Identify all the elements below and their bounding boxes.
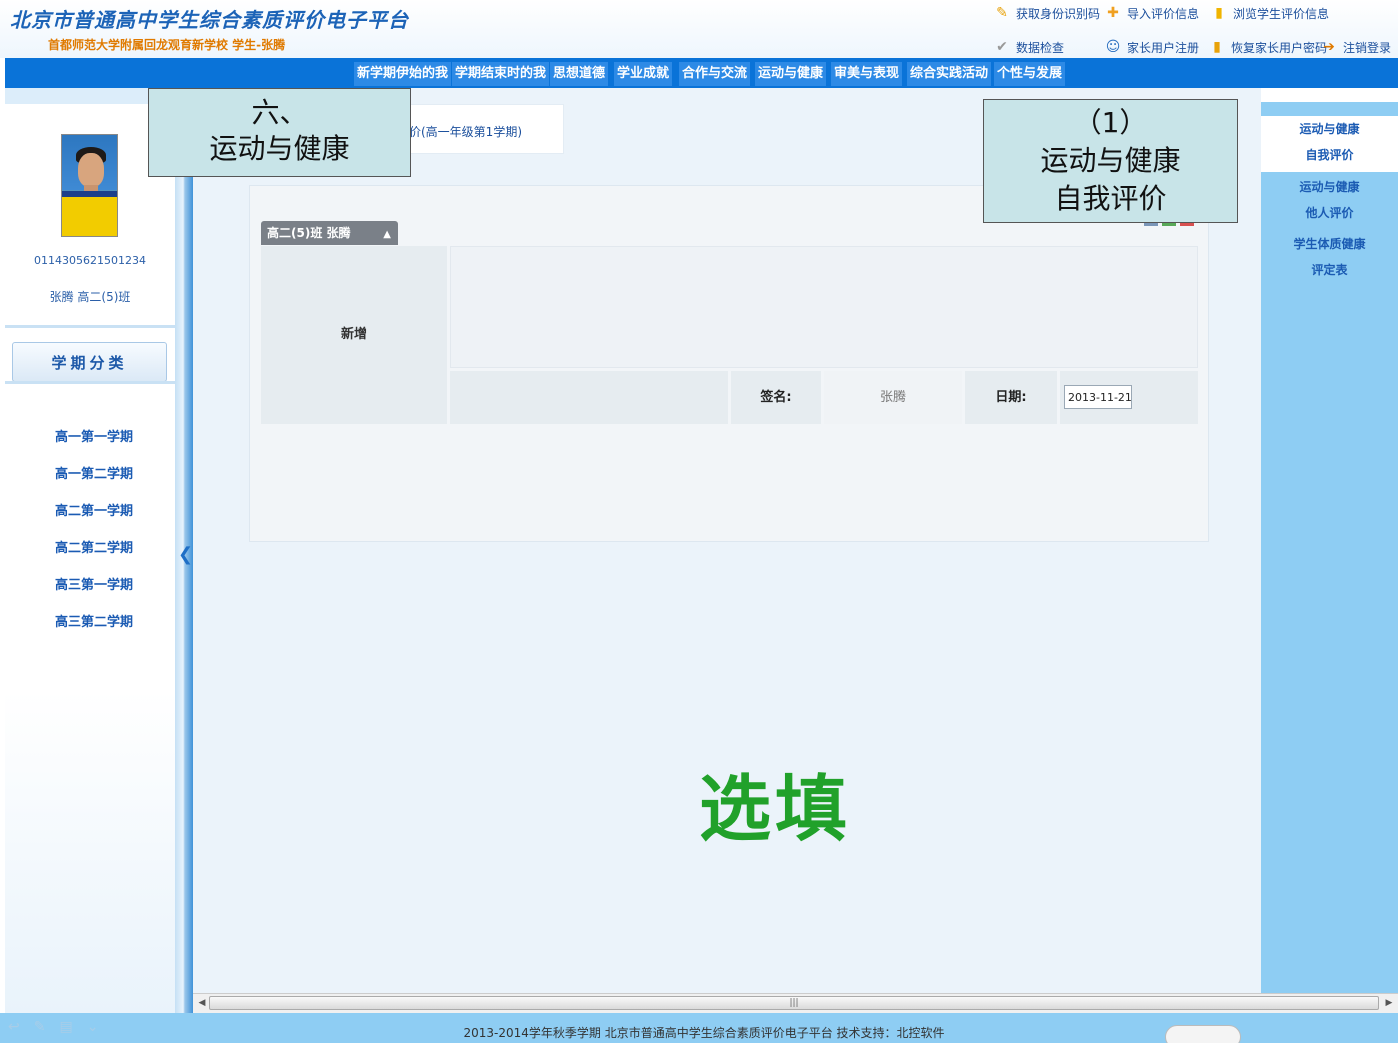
nav-personality[interactable]: 个性与发展	[994, 62, 1066, 86]
check-icon: ✔	[996, 39, 1008, 55]
user-icon: ☺	[1105, 39, 1121, 55]
evaluation-textarea[interactable]	[450, 246, 1198, 368]
scroll-right-icon[interactable]: ▶	[1382, 996, 1396, 1010]
browse-evaluation-link[interactable]: ▮ 浏览学生评价信息	[1210, 4, 1329, 22]
logout-icon: ➔	[1323, 39, 1335, 55]
app-title: 北京市普通高中学生综合素质评价电子平台	[10, 8, 409, 32]
date-label: 日期:	[965, 371, 1057, 424]
nav-semester-end[interactable]: 学期结束时的我	[452, 62, 550, 86]
data-check-link[interactable]: ✔ 数据检查	[993, 38, 1064, 56]
nav-cooperation[interactable]: 合作与交流	[679, 62, 751, 86]
import-evaluation-link[interactable]: ✚ 导入评价信息	[1104, 4, 1199, 22]
semester-item-6[interactable]: 高三第二学期	[55, 611, 133, 630]
scroll-left-icon[interactable]: ◀	[195, 996, 209, 1010]
left-sidebar: 0114305621501234 张腾 高二(5)班 学期分类 高一第一学期 高…	[5, 118, 175, 1013]
nav-moral[interactable]: 思想道德	[550, 62, 609, 86]
right-sidebar: 运动与健康 自我评价 运动与健康 他人评价 学生体质健康 评定表	[1261, 102, 1398, 993]
pen-icon: ✎	[996, 5, 1008, 21]
nav-practice[interactable]: 综合实践活动	[907, 62, 992, 86]
optional-annotation: 选填	[699, 767, 852, 851]
student-photo	[61, 134, 118, 237]
semester-item-2[interactable]: 高一第二学期	[55, 463, 133, 482]
section-callout: 六、 运动与健康	[148, 88, 411, 177]
semester-category-header: 学期分类	[12, 342, 167, 382]
import-icon: ✚	[1107, 5, 1119, 21]
scroll-thumb[interactable]: |||	[209, 996, 1379, 1010]
right-menu-self-evaluation[interactable]: 运动与健康 自我评价	[1261, 116, 1398, 172]
nav-new-semester[interactable]: 新学期伊始的我	[354, 62, 452, 86]
header: 北京市普通高中学生综合素质评价电子平台 首都师范大学附属回龙观育新学校 学生-张…	[0, 0, 1398, 58]
key-icon: ▮	[1213, 39, 1221, 55]
right-menu-peer-evaluation[interactable]: 运动与健康 他人评价	[1261, 174, 1398, 226]
tab-self-evaluation[interactable]: 价(高一年级第1学期)	[406, 104, 564, 154]
subsection-callout: （1） 运动与健康 自我评价	[983, 99, 1238, 223]
logout-link[interactable]: ➔ 注销登录	[1320, 38, 1391, 56]
collapse-up-icon[interactable]: ▲	[383, 223, 391, 247]
nav-academic[interactable]: 学业成就	[614, 62, 673, 86]
get-id-code-link[interactable]: ✎ 获取身份识别码	[993, 4, 1100, 22]
school-student-label: 首都师范大学附属回龙观育新学校 学生-张腾	[48, 38, 286, 52]
semester-item-5[interactable]: 高三第一学期	[55, 574, 133, 593]
parent-register-link[interactable]: ☺ 家长用户注册	[1104, 38, 1199, 56]
main-content: 价(高一年级第1学期) 高二(5)班 张腾 ▲ 新增 签名: 张腾 日期: 选填	[193, 88, 1261, 993]
semester-item-3[interactable]: 高二第一学期	[55, 500, 133, 519]
date-input[interactable]	[1064, 385, 1132, 409]
row-label-add: 新增	[261, 246, 447, 424]
book-icon: ▮	[1215, 5, 1223, 21]
horizontal-scrollbar[interactable]: ◀ ||| ▶	[193, 993, 1398, 1013]
semester-item-4[interactable]: 高二第二学期	[55, 537, 133, 556]
nav-sports-health[interactable]: 运动与健康	[755, 62, 827, 86]
right-menu-physical-health[interactable]: 学生体质健康 评定表	[1261, 231, 1398, 283]
collapse-sidebar-icon[interactable]: ❮	[178, 544, 193, 565]
evaluation-form: 高二(5)班 张腾 ▲ 新增 签名: 张腾 日期:	[249, 185, 1209, 542]
student-name-class: 张腾 高二(5)班	[49, 290, 131, 304]
main-nav: 新学期伊始的我 学期结束时的我 思想道德 学业成就 合作与交流 运动与健康 审美…	[5, 58, 1398, 88]
semester-item-1[interactable]: 高一第一学期	[55, 426, 133, 445]
speed-widget	[1165, 1025, 1241, 1043]
recover-parent-password-link[interactable]: ▮ 恢复家长用户密码	[1208, 38, 1327, 56]
card-title: 高二(5)班 张腾 ▲	[261, 221, 398, 245]
signature-label: 签名:	[731, 371, 821, 424]
student-id: 0114305621501234	[34, 254, 146, 267]
nav-aesthetics[interactable]: 审美与表现	[831, 62, 903, 86]
signature-value: 张腾	[824, 371, 962, 424]
